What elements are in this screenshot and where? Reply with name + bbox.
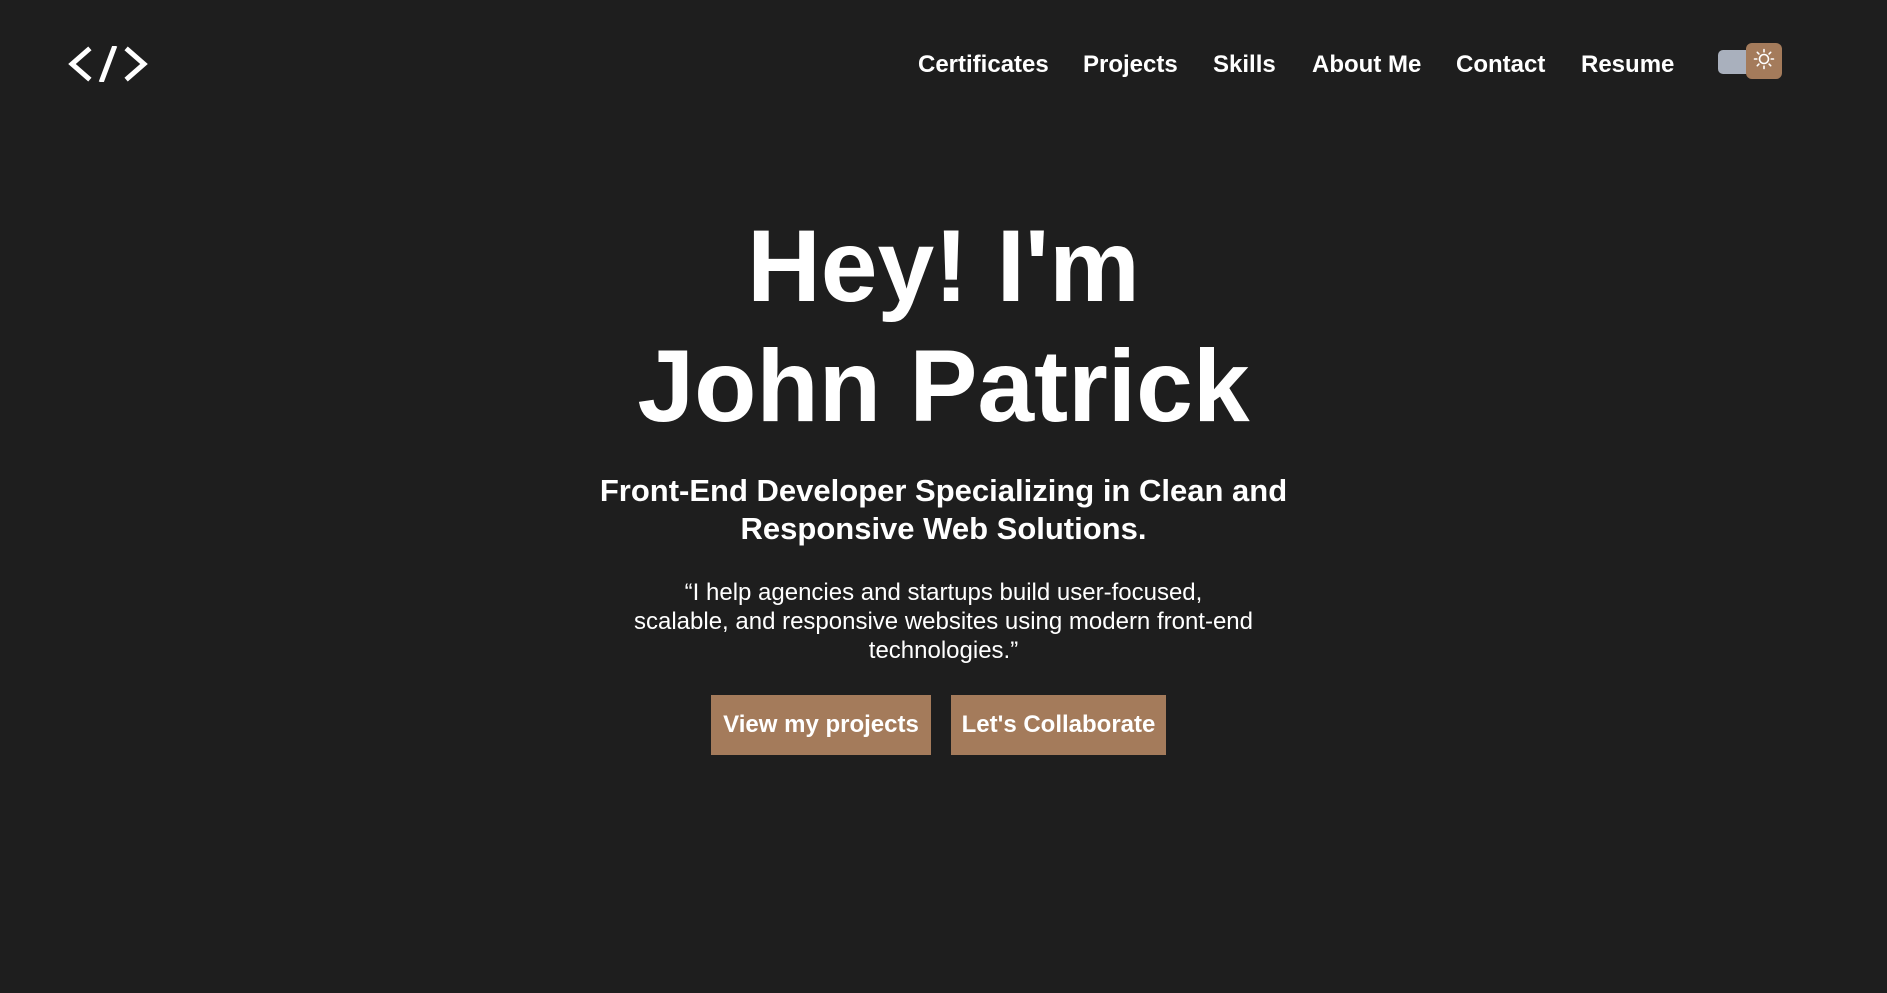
hero-quote: “I help agencies and startups build user… <box>0 578 1887 665</box>
page: Certificates Projects Skills About Me Co… <box>0 0 1887 993</box>
nav-link-projects[interactable]: Projects <box>1083 48 1178 82</box>
toggle-knob <box>1746 43 1782 79</box>
hero-subtitle-line-1: Front-End Developer Specializing in Clea… <box>599 473 1288 508</box>
nav-link-resume[interactable]: Resume <box>1581 48 1674 82</box>
hero-quote-line-1: “I help agencies and startups build user… <box>684 579 1203 606</box>
hero-subtitle: Front-End Developer Specializing in Clea… <box>0 472 1887 548</box>
hero-title: Hey! I'm John Patrick <box>0 206 1887 446</box>
nav-link-contact[interactable]: Contact <box>1456 48 1545 82</box>
nav-link-about-me[interactable]: About Me <box>1312 48 1421 82</box>
theme-toggle[interactable] <box>1718 43 1782 79</box>
view-projects-button[interactable]: View my projects <box>711 695 931 755</box>
collaborate-button[interactable]: Let's Collaborate <box>951 695 1166 755</box>
sun-icon <box>1753 48 1775 75</box>
hero-quote-line-3: technologies.” <box>868 637 1019 664</box>
main-nav: Certificates Projects Skills About Me Co… <box>0 48 1887 82</box>
hero-title-line-1: Hey! I'm <box>747 209 1140 323</box>
nav-link-certificates[interactable]: Certificates <box>918 48 1049 82</box>
hero-subtitle-line-2: Responsive Web Solutions. <box>740 511 1147 546</box>
nav-link-skills[interactable]: Skills <box>1213 48 1276 82</box>
hero-title-line-2: John Patrick <box>637 329 1250 443</box>
hero-quote-line-2: scalable, and responsive websites using … <box>633 608 1254 635</box>
